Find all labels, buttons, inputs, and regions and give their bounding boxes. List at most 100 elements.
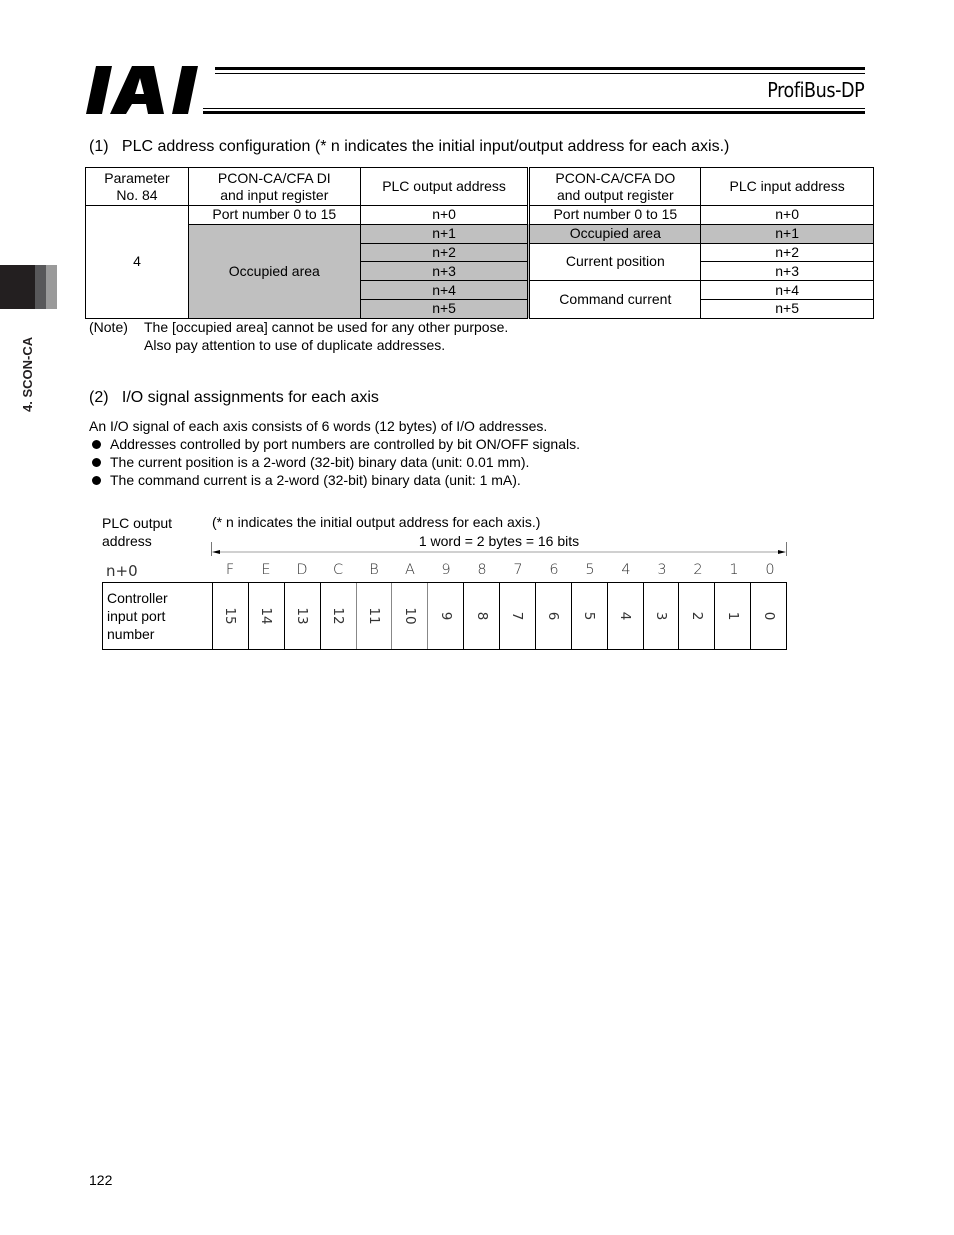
- port-number: 8: [473, 611, 490, 621]
- bit-label: 6: [549, 562, 559, 578]
- port-cell: 3: [644, 583, 680, 649]
- chapter-label: 4. SCON-CA: [20, 336, 35, 412]
- bit-label: D: [296, 562, 308, 578]
- bit-label: 7: [513, 562, 523, 578]
- port-cell: 6: [536, 583, 572, 649]
- port-cell: 12: [321, 583, 357, 649]
- port-number: 0: [760, 611, 777, 621]
- bit-label: 4: [621, 562, 631, 578]
- port-cell: 4: [608, 583, 644, 649]
- port-number: 13: [294, 607, 311, 625]
- bit-label: C: [332, 562, 344, 578]
- port-number: 1: [724, 611, 741, 621]
- plc-output-address: n+0: [359, 205, 530, 225]
- table-row: 4 Port number 0 to 15 n+0 Port number 0 …: [85, 205, 874, 319]
- section2-body: An I/O signal of each axis consists of 6…: [89, 417, 580, 489]
- plc-output-address: n+2: [359, 242, 530, 263]
- port-cell: 15: [213, 583, 249, 649]
- header-rule: [203, 108, 865, 109]
- note-line: Also pay attention to use of duplicate a…: [144, 337, 446, 353]
- address-label: n+0: [106, 562, 138, 580]
- port-cell: 11: [357, 583, 393, 649]
- chapter-tab-marker: [0, 265, 57, 309]
- parameter-value: 4: [85, 205, 189, 319]
- port-cell: 14: [249, 583, 285, 649]
- bit-header-row: F E D C B A 9 8 7 6 5 4 3 2 1 0: [212, 562, 788, 578]
- tab-block-light: [46, 265, 57, 309]
- bullet-icon: [92, 458, 101, 467]
- port-number: 7: [509, 611, 526, 621]
- bit-label: 1: [729, 562, 739, 578]
- port-cell: 7: [500, 583, 536, 649]
- di-cell: Port number 0 to 15: [187, 205, 361, 225]
- port-number: 2: [688, 611, 705, 621]
- port-cell: 10: [392, 583, 429, 649]
- table-note: (Note) The [occupied area] cannot be used…: [89, 318, 508, 354]
- table-row: Occupied area n+1 Occupied area n+1: [86, 223, 874, 319]
- logo-letter-i2: [172, 66, 198, 114]
- do-cell: Port number 0 to 15: [527, 205, 702, 225]
- bit-label: 2: [693, 562, 703, 578]
- tab-block-dark: [0, 265, 35, 309]
- header-plc-output: PLC output address: [359, 167, 530, 206]
- bit-label: A: [405, 562, 415, 578]
- port-number: 3: [652, 611, 669, 621]
- bullet-list: Addresses controlled by port numbers are…: [89, 435, 580, 489]
- port-cell: 9: [428, 583, 465, 649]
- note-line: The [occupied area] cannot be used for a…: [144, 319, 509, 335]
- plc-output-address: n+5: [359, 298, 530, 319]
- plc-output-address-label: PLC output address: [102, 515, 173, 549]
- list-item: The command current is a 2-word (32-bit)…: [89, 471, 580, 489]
- double-arrow-icon: [212, 550, 786, 554]
- bit-label: E: [261, 562, 271, 578]
- port-cell: 8: [464, 583, 500, 649]
- section-heading-io-signals: (2) I/O signal assignments for each axis: [89, 389, 379, 406]
- bit-label: 0: [765, 562, 775, 578]
- note-tag: (Note): [89, 319, 128, 335]
- port-cell: 5: [572, 583, 608, 649]
- header-do: PCON-CA/CFA DO and output register: [527, 167, 702, 206]
- plc-input-address: n+4: [700, 280, 874, 300]
- plc-output-address: n+1: [359, 223, 530, 244]
- do-cell: Command current: [527, 280, 702, 319]
- bit-label: F: [225, 562, 235, 578]
- header-parameter: Parameter No. 84: [85, 167, 189, 206]
- port-number: 4: [617, 611, 634, 621]
- port-cell: 2: [679, 583, 716, 649]
- port-cell: 1: [715, 583, 752, 649]
- bit-label: 8: [477, 562, 487, 578]
- port-cell: 0: [751, 583, 787, 649]
- port-cell: 13: [285, 583, 321, 649]
- port-number: 15: [222, 607, 239, 625]
- word-size-label: 1 word = 2 bytes = 16 bits: [418, 533, 580, 549]
- do-cell-occupied: Occupied area: [527, 223, 702, 244]
- bracket-tick-right: [786, 542, 787, 556]
- port-number: 11: [365, 607, 382, 625]
- do-cell: Current position: [527, 242, 702, 282]
- port-number: 10: [401, 607, 418, 625]
- port-number: 12: [330, 607, 347, 625]
- bit-assignment-diagram: PLC output address (* n indicates the in…: [102, 512, 792, 657]
- plc-input-address: n+3: [700, 261, 874, 282]
- iai-logo: [86, 66, 198, 114]
- list-item: Addresses controlled by port numbers are…: [89, 435, 580, 453]
- plc-address-table: Parameter No. 84 PCON-CA/CFA DI and input …: [85, 167, 874, 319]
- plc-input-address: n+0: [700, 205, 874, 225]
- page-number: 122: [89, 1172, 113, 1188]
- header-rule: [215, 73, 865, 74]
- tab-block-mid: [35, 265, 46, 309]
- bit-label: B: [369, 562, 379, 578]
- plc-output-address: n+4: [359, 280, 530, 300]
- port-number: 9: [437, 611, 454, 621]
- header-plc-input: PLC input address: [700, 167, 874, 206]
- di-cell-occupied: Occupied area: [187, 223, 361, 319]
- header-rule: [215, 67, 865, 70]
- plc-input-address: n+2: [700, 242, 874, 263]
- diagram-note: (* n indicates the initial output addres…: [212, 514, 541, 530]
- section-heading-plc-config: (1) PLC address configuration (* n indic…: [89, 138, 730, 155]
- port-number-row: Controller input port number 15 14 13 12 11 1…: [102, 582, 787, 650]
- bit-label: 5: [585, 562, 595, 578]
- plc-output-address: n+3: [359, 261, 530, 282]
- port-number: 14: [258, 607, 275, 625]
- bit-label: 9: [441, 562, 451, 578]
